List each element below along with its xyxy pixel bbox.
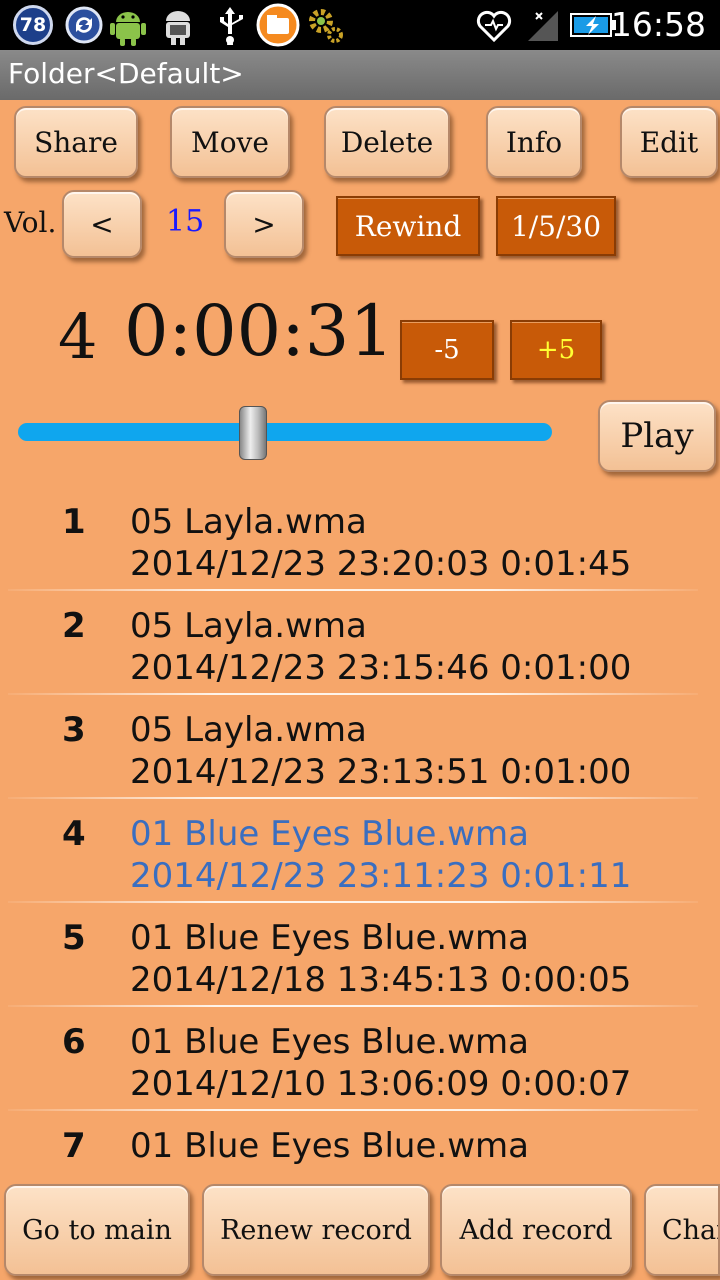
divider <box>8 1005 698 1007</box>
record-name: 05 Layla.wma <box>130 710 367 750</box>
playback-position: 0:00:31 <box>124 290 394 372</box>
rewind-button[interactable]: Rewind <box>336 196 480 256</box>
usb-icon <box>210 4 250 46</box>
current-track-number: 4 <box>58 300 98 373</box>
list-item[interactable]: 7 01 Blue Eyes Blue.wma <box>0 1112 720 1178</box>
list-item-selected[interactable]: 4 01 Blue Eyes Blue.wma 2014/12/23 23:11… <box>0 800 720 904</box>
signal-icon <box>522 4 562 46</box>
add-record-button[interactable]: Add record <box>440 1184 632 1276</box>
bottom-action-bar: Go to main Renew record Add record Char <box>0 1176 720 1280</box>
record-meta: 2014/12/23 23:13:51 0:01:00 <box>130 752 632 792</box>
back-5-button[interactable]: -5 <box>400 320 494 380</box>
play-button[interactable]: Play <box>598 400 716 472</box>
record-meta: 2014/12/23 23:20:03 0:01:45 <box>130 544 632 584</box>
move-button[interactable]: Move <box>170 106 290 178</box>
record-name: 01 Blue Eyes Blue.wma <box>130 918 529 958</box>
clock: 16:58 <box>610 5 706 44</box>
divider <box>8 589 698 591</box>
record-number: 4 <box>62 814 86 854</box>
volume-up-button[interactable]: > <box>224 190 304 258</box>
record-number: 7 <box>62 1126 86 1166</box>
record-name: 01 Blue Eyes Blue.wma <box>130 1022 529 1062</box>
info-button[interactable]: Info <box>486 106 582 178</box>
record-meta: 2014/12/23 23:11:23 0:01:11 <box>130 856 632 896</box>
delete-button[interactable]: Delete <box>324 106 450 178</box>
divider <box>8 901 698 903</box>
speed-button[interactable]: 1/5/30 <box>496 196 616 256</box>
heart-icon <box>474 4 514 46</box>
record-name: 05 Layla.wma <box>130 502 367 542</box>
volume-label: Vol. <box>4 206 57 239</box>
record-number: 5 <box>62 918 86 958</box>
settings-gear-icon <box>304 4 346 46</box>
list-item[interactable]: 1 05 Layla.wma 2014/12/23 23:20:03 0:01:… <box>0 488 720 592</box>
notification-badge: 78 <box>13 5 53 45</box>
change-button[interactable]: Char <box>644 1184 720 1276</box>
list-item[interactable]: 5 01 Blue Eyes Blue.wma 2014/12/18 13:45… <box>0 904 720 1008</box>
status-bar: 78 16:58 <box>0 0 720 50</box>
list-item[interactable]: 3 05 Layla.wma 2014/12/23 23:13:51 0:01:… <box>0 696 720 800</box>
divider <box>8 693 698 695</box>
notification-count-icon: 78 <box>10 4 56 46</box>
record-name: 05 Layla.wma <box>130 606 367 646</box>
record-name: 01 Blue Eyes Blue.wma <box>130 1126 529 1166</box>
android-icon <box>108 4 148 46</box>
seek-slider-thumb[interactable] <box>239 406 267 460</box>
list-item[interactable]: 6 01 Blue Eyes Blue.wma 2014/12/10 13:06… <box>0 1008 720 1112</box>
volume-down-button[interactable]: < <box>62 190 142 258</box>
record-name: 01 Blue Eyes Blue.wma <box>130 814 529 854</box>
android-debug-icon <box>158 4 198 46</box>
record-number: 2 <box>62 606 86 646</box>
divider <box>8 797 698 799</box>
share-button[interactable]: Share <box>14 106 138 178</box>
go-to-main-button[interactable]: Go to main <box>4 1184 190 1276</box>
sync-icon <box>62 4 106 46</box>
record-meta: 2014/12/23 23:15:46 0:01:00 <box>130 648 632 688</box>
edit-button[interactable]: Edit <box>620 106 718 178</box>
forward-5-button[interactable]: +5 <box>510 320 602 380</box>
record-number: 3 <box>62 710 86 750</box>
record-meta: 2014/12/18 13:45:13 0:00:05 <box>130 960 632 1000</box>
list-item[interactable]: 2 05 Layla.wma 2014/12/23 23:15:46 0:01:… <box>0 592 720 696</box>
seek-slider-track[interactable] <box>18 423 552 441</box>
record-list: 1 05 Layla.wma 2014/12/23 23:20:03 0:01:… <box>0 488 720 1178</box>
divider <box>8 1109 698 1111</box>
renew-record-button[interactable]: Renew record <box>202 1184 430 1276</box>
folder-app-icon <box>254 3 302 47</box>
volume-value: 15 <box>166 204 205 239</box>
record-number: 1 <box>62 502 86 542</box>
window-title: Folder<Default> <box>0 50 720 100</box>
record-meta: 2014/12/10 13:06:09 0:00:07 <box>130 1064 632 1104</box>
record-number: 6 <box>62 1022 86 1062</box>
